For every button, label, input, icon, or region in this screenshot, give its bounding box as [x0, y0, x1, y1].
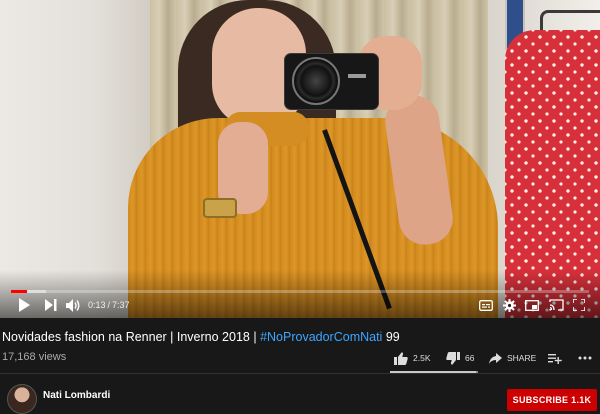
time-display: 0:13 / 7:37 [88, 298, 130, 312]
like-button[interactable]: 2.5K [394, 349, 431, 367]
progress-played [11, 290, 28, 293]
subtitles-button[interactable] [478, 297, 494, 313]
like-ratio-bar [390, 371, 478, 373]
more-icon [578, 356, 592, 360]
dislike-button[interactable]: 66 [446, 349, 474, 367]
add-to-playlist-icon [548, 353, 562, 364]
subscribe-button[interactable]: SUBSCRIBE 1.1K [507, 389, 597, 411]
video-player[interactable]: 0:13 / 7:37 [0, 0, 600, 318]
dislike-count: 66 [465, 353, 475, 363]
thumbs-down-icon [446, 351, 460, 365]
settings-icon [502, 298, 516, 312]
current-time: 0:13 [88, 300, 106, 310]
section-divider [0, 373, 600, 374]
cast-button[interactable] [547, 297, 565, 313]
cast-icon [548, 299, 564, 311]
hashtag-link[interactable]: #NoProvadorComNati [260, 330, 382, 344]
more-actions-button[interactable] [578, 349, 592, 367]
share-icon [489, 352, 502, 364]
like-count: 2.5K [413, 353, 431, 363]
channel-avatar[interactable] [7, 384, 37, 414]
add-to-playlist-button[interactable] [548, 349, 562, 367]
volume-button[interactable] [64, 297, 82, 313]
next-button[interactable] [43, 297, 59, 313]
camera-lens [292, 57, 340, 105]
miniplayer-icon [525, 299, 539, 311]
video-title-suffix: 99 [382, 330, 400, 344]
subtitles-icon [479, 299, 493, 311]
video-title: Novidades fashion na Renner | Inverno 20… [2, 329, 596, 345]
fullscreen-icon [573, 299, 585, 311]
like-ratio-fill [390, 371, 476, 373]
miniplayer-button[interactable] [524, 297, 540, 313]
channel-name[interactable]: Nati Lombardi [43, 390, 110, 402]
share-button[interactable]: SHARE [489, 349, 536, 367]
duration: 7:37 [112, 300, 130, 310]
settings-button[interactable] [501, 297, 517, 313]
fullscreen-button[interactable] [571, 297, 587, 313]
view-count: 17,168 views [2, 351, 67, 363]
play-button[interactable] [16, 297, 32, 313]
gold-watch [203, 198, 237, 218]
volume-icon [65, 298, 79, 312]
next-icon [45, 299, 57, 311]
video-title-text: Novidades fashion na Renner | Inverno 20… [2, 330, 261, 344]
thumbs-up-icon [394, 351, 408, 365]
camera-brand-mark [348, 74, 366, 78]
time-separator: / [107, 300, 111, 310]
progress-bar[interactable] [11, 290, 589, 293]
share-label: SHARE [507, 353, 537, 363]
play-icon [19, 298, 30, 312]
